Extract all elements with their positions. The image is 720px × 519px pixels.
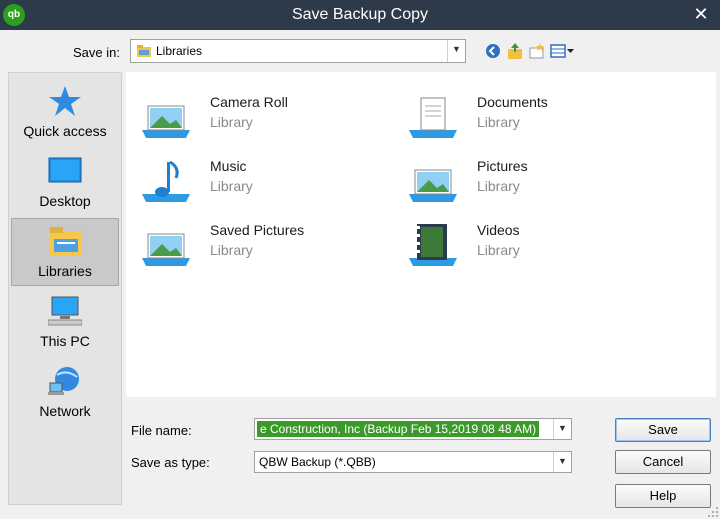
help-button[interactable]: Help [615, 484, 711, 508]
dialog-title: Save Backup Copy [291, 6, 429, 23]
save-in-label: Save in: [73, 45, 120, 60]
place-quick-access[interactable]: Quick access [11, 79, 119, 147]
save-in-dropdown[interactable]: Libraries [130, 39, 466, 63]
filename-field[interactable]: e Construction, Inc (Backup Feb 15,2019 … [254, 418, 572, 440]
list-item-videos[interactable]: Videos Library [405, 218, 645, 272]
view-menu-icon[interactable] [550, 42, 576, 60]
libraries-folder-icon [137, 45, 151, 57]
resize-grip-icon[interactable] [705, 504, 719, 518]
desktop-icon [48, 157, 82, 183]
picture-library-icon [142, 233, 190, 266]
list-item-pictures[interactable]: Pictures Library [405, 154, 645, 208]
title-bar: qb Save Backup Copy ✕ [0, 0, 720, 30]
place-desktop[interactable]: Desktop [11, 149, 119, 217]
list-item-camera-roll[interactable]: Camera Roll Library [138, 90, 378, 144]
place-this-pc[interactable]: This PC [11, 289, 119, 357]
close-button[interactable]: ✕ [690, 3, 712, 25]
list-item-saved-pictures[interactable]: Saved Pictures Library [138, 218, 378, 272]
star-icon [49, 86, 81, 116]
picture-library-icon [142, 105, 190, 138]
videos-library-icon [409, 224, 457, 266]
chevron-down-icon[interactable] [553, 452, 571, 472]
place-libraries[interactable]: Libraries [11, 218, 119, 286]
save-button[interactable]: Save [615, 418, 711, 442]
documents-library-icon [409, 97, 457, 138]
up-folder-icon[interactable] [506, 42, 524, 60]
savetype-label: Save as type: [131, 455, 210, 470]
new-folder-icon[interactable] [528, 42, 546, 60]
place-network[interactable]: Network [11, 359, 119, 427]
network-icon [48, 367, 79, 395]
savetype-dropdown[interactable]: QBW Backup (*.QBB) [254, 451, 572, 473]
savetype-value: QBW Backup (*.QBB) [259, 455, 376, 469]
back-icon[interactable] [484, 42, 502, 60]
chevron-down-icon[interactable] [447, 40, 465, 62]
list-item-documents[interactable]: Documents Library [405, 90, 645, 144]
filename-value[interactable]: e Construction, Inc (Backup Feb 15,2019 … [257, 421, 540, 437]
save-in-value: Libraries [156, 44, 203, 58]
file-list: Camera Roll Library Documents Library Mu… [126, 72, 716, 397]
places-bar: Quick access Desktop Libraries This PC N… [8, 72, 122, 505]
filename-label: File name: [131, 423, 192, 438]
cancel-button[interactable]: Cancel [615, 450, 711, 474]
music-library-icon [142, 160, 190, 202]
picture-library-icon [409, 169, 457, 202]
chevron-down-icon[interactable] [553, 419, 571, 439]
libraries-icon [50, 227, 82, 256]
computer-icon [48, 296, 82, 326]
list-item-music[interactable]: Music Library [138, 154, 378, 208]
